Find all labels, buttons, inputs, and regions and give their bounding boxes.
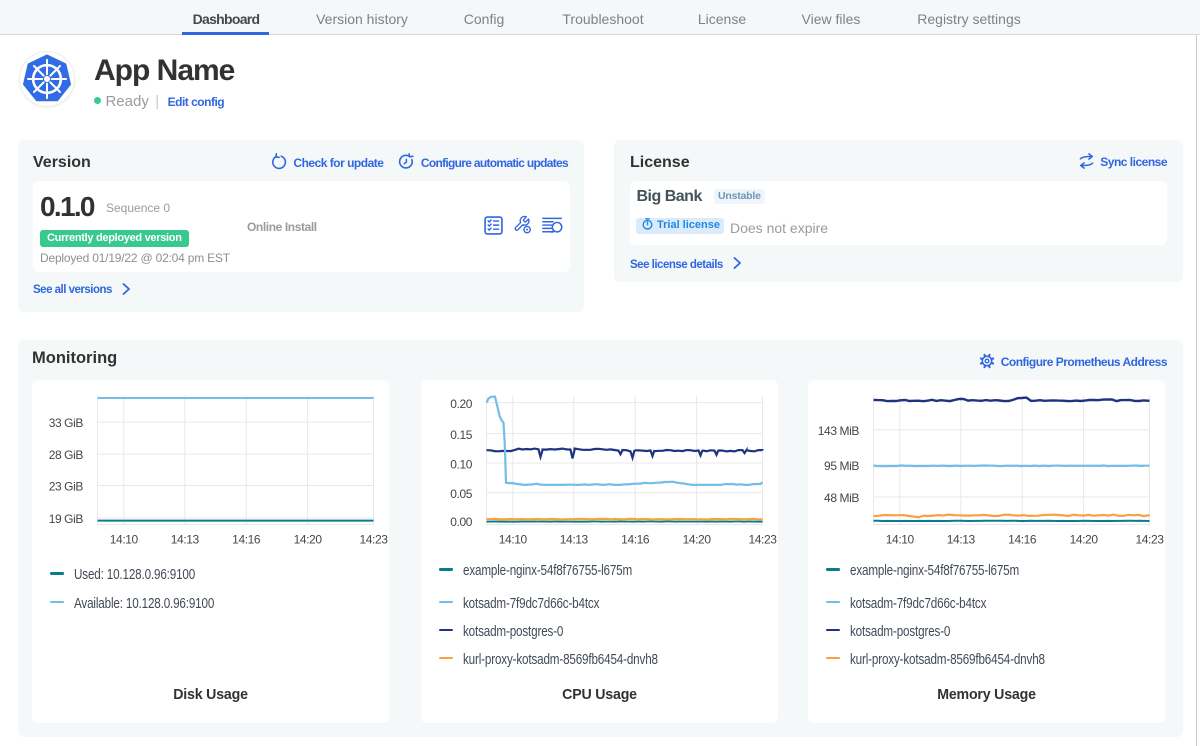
svg-text:14:13: 14:13: [947, 533, 976, 547]
svg-text:14:20: 14:20: [1070, 533, 1099, 547]
svg-text:14:10: 14:10: [110, 533, 139, 547]
svg-text:0.00: 0.00: [450, 515, 472, 529]
svg-text:14:20: 14:20: [683, 533, 712, 547]
svg-text:0.10: 0.10: [450, 457, 472, 471]
svg-text:14:10: 14:10: [499, 533, 528, 547]
svg-text:28 GiB: 28 GiB: [49, 448, 84, 462]
svg-text:19 GiB: 19 GiB: [49, 512, 84, 526]
svg-text:0.20: 0.20: [450, 397, 472, 411]
svg-text:14:23: 14:23: [1135, 533, 1164, 547]
svg-text:14:23: 14:23: [359, 533, 388, 547]
svg-text:143 MiB: 143 MiB: [818, 424, 860, 438]
svg-text:14:13: 14:13: [560, 533, 589, 547]
svg-text:14:23: 14:23: [748, 533, 777, 547]
svg-text:33 GiB: 33 GiB: [49, 416, 84, 430]
svg-text:0.15: 0.15: [450, 428, 472, 442]
svg-text:14:10: 14:10: [886, 533, 915, 547]
svg-text:0.05: 0.05: [450, 487, 472, 501]
svg-text:14:13: 14:13: [171, 533, 200, 547]
svg-text:14:16: 14:16: [621, 533, 650, 547]
svg-text:14:20: 14:20: [294, 533, 323, 547]
svg-text:95 MiB: 95 MiB: [824, 459, 859, 473]
svg-text:48 MiB: 48 MiB: [824, 491, 859, 505]
svg-text:23 GiB: 23 GiB: [49, 480, 84, 494]
svg-text:14:16: 14:16: [232, 533, 261, 547]
svg-text:14:16: 14:16: [1008, 533, 1037, 547]
